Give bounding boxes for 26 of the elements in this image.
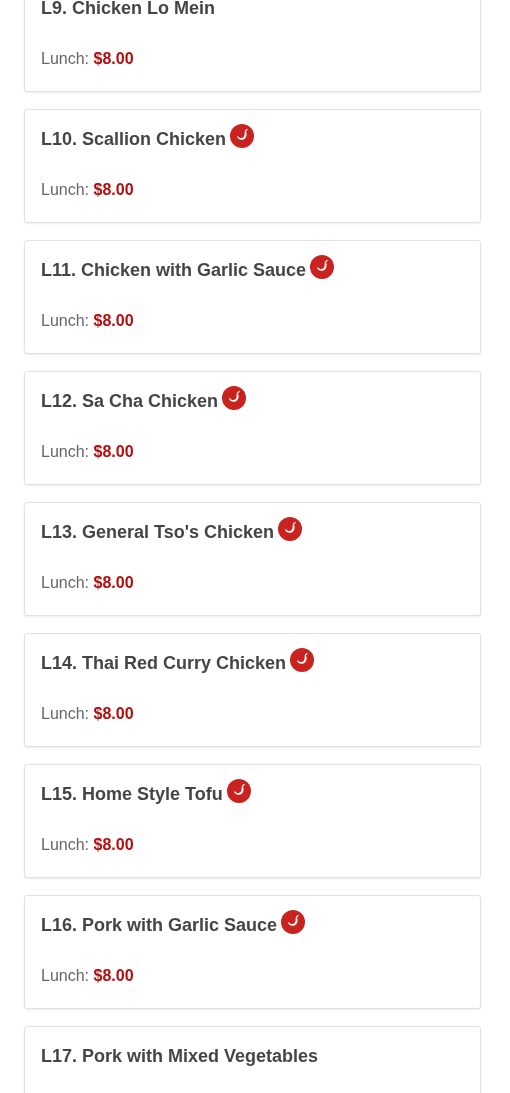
lunch-price: Lunch: $8.00 <box>41 311 134 331</box>
dish-name: L9. Chicken Lo Mein <box>41 0 216 19</box>
lunch-price: Lunch: $8.00 <box>41 835 134 855</box>
lunch-price: Lunch: $8.00 <box>41 49 134 69</box>
dish-name: L15. Home Style Tofu <box>41 783 223 805</box>
menu-item-card[interactable]: L17. Pork with Mixed Vegetables <box>24 1026 481 1093</box>
menu-item-card[interactable]: L12. Sa Cha Chicken Lunch: $8.00 <box>24 371 481 485</box>
menu-item-card[interactable]: L16. Pork with Garlic Sauce Lunch: $8.00 <box>24 895 481 1009</box>
lunch-price: Lunch: $8.00 <box>41 442 134 462</box>
dish-name: L16. Pork with Garlic Sauce <box>41 914 278 936</box>
lunch-price: Lunch: $8.00 <box>41 704 134 724</box>
menu-item-card[interactable]: L10. Scallion Chicken Lunch: $8.00 <box>24 109 481 223</box>
dish-name: L12. Sa Cha Chicken <box>41 390 219 412</box>
menu-item-card[interactable]: L11. Chicken with Garlic Sauce Lunch: $8.00 <box>24 240 481 354</box>
dish-name: L17. Pork with Mixed Vegetables <box>41 1045 319 1067</box>
menu-item-card[interactable]: L15. Home Style Tofu Lunch: $8.00 <box>24 764 481 878</box>
lunch-price: Lunch: $8.00 <box>41 573 134 593</box>
dish-name: L11. Chicken with Garlic Sauce <box>41 259 307 281</box>
menu-item-card[interactable]: L9. Chicken Lo Mein Lunch: $8.00 <box>24 0 481 92</box>
lunch-price: Lunch: $8.00 <box>41 180 134 200</box>
lunch-price: Lunch: $8.00 <box>41 966 134 986</box>
menu-item-card[interactable]: L13. General Tso's Chicken Lunch: $8.00 <box>24 502 481 616</box>
dish-name: L14. Thai Red Curry Chicken <box>41 652 287 674</box>
dish-name: L13. General Tso's Chicken <box>41 521 275 543</box>
dish-name: L10. Scallion Chicken <box>41 128 227 150</box>
menu-item-card[interactable]: L14. Thai Red Curry Chicken Lunch: $8.00 <box>24 633 481 747</box>
